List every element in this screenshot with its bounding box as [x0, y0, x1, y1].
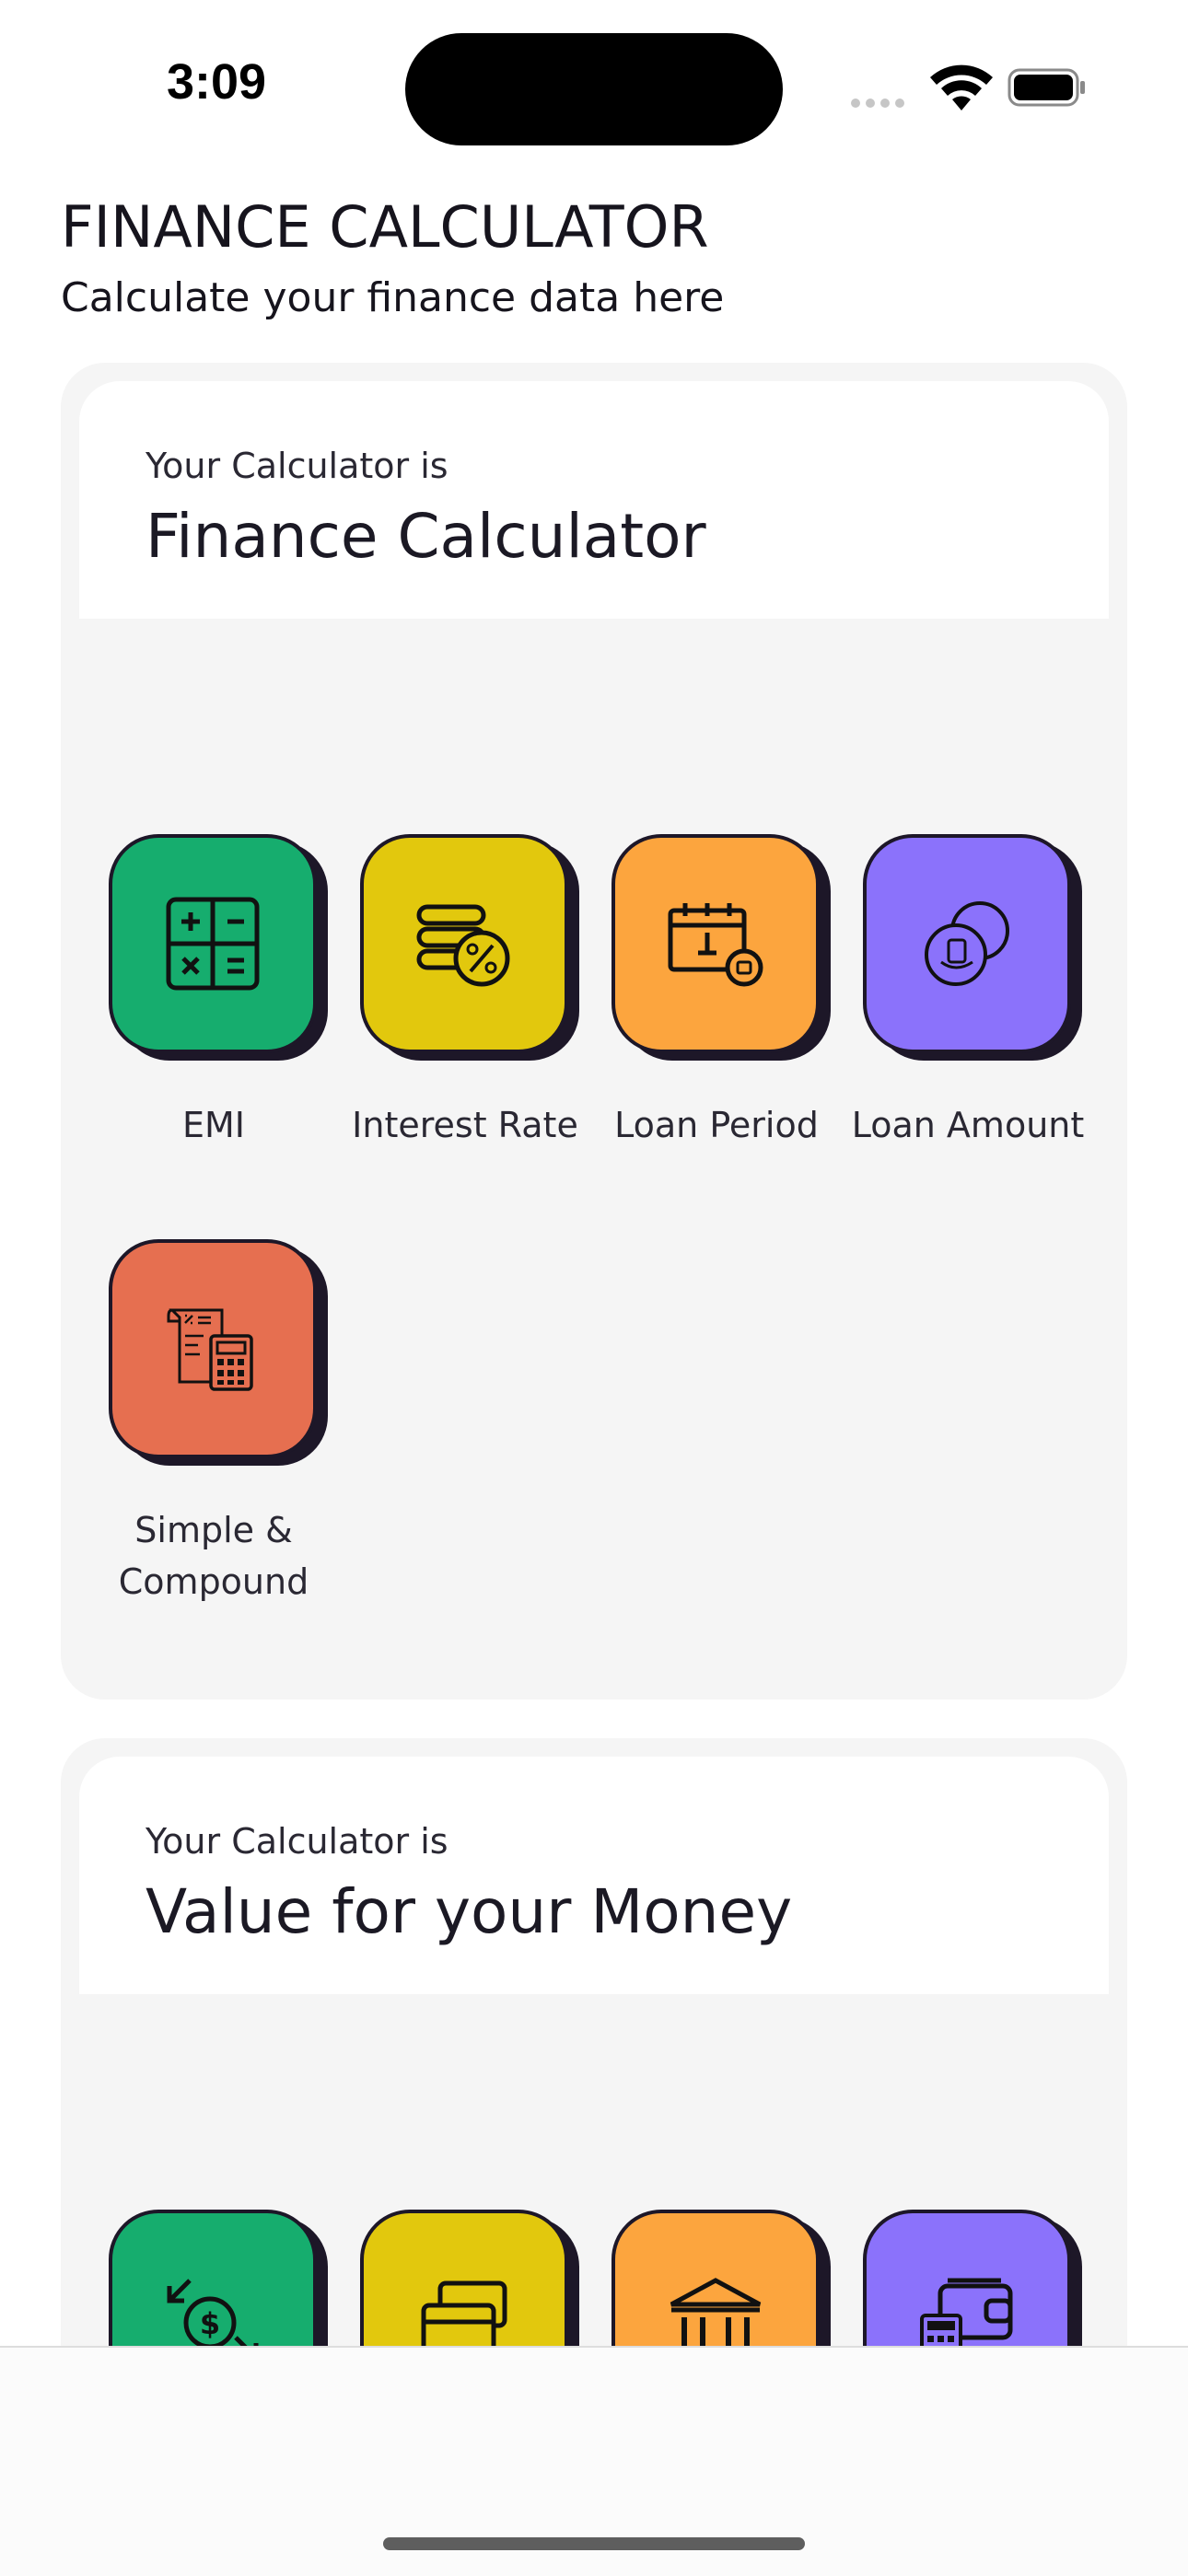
loan-amount-button[interactable] [863, 834, 1071, 1053]
card-kicker: Your Calculator is [146, 1821, 448, 1862]
page-title: FINANCE CALCULATOR [61, 193, 709, 261]
svg-text:$: $ [200, 2306, 220, 2341]
emi-button[interactable] [109, 834, 317, 1053]
interest-rate-button[interactable] [360, 834, 568, 1053]
simple-compound-label: Simple & Compound [118, 1510, 309, 1602]
calendar-icon [668, 903, 763, 987]
receipt-calculator-icon [167, 1308, 253, 1391]
coins-icon [925, 901, 1009, 986]
card-kicker: Your Calculator is [146, 446, 448, 486]
card-header: Your Calculator is Finance Calculator [79, 381, 1109, 619]
status-time: 3:09 [166, 54, 267, 110]
interest-rate-label: Interest Rate [352, 1105, 578, 1145]
loan-period-label: Loan Period [614, 1105, 819, 1145]
simple-compound-button[interactable] [109, 1239, 317, 1458]
card-title: Finance Calculator [146, 501, 706, 572]
card-title: Value for your Money [146, 1876, 793, 1947]
battery-icon [1007, 68, 1085, 107]
wifi-icon [930, 64, 993, 110]
calculator-grid-icon [166, 897, 260, 991]
cellular-signal-icon [851, 94, 910, 111]
loan-period-button[interactable] [611, 834, 820, 1053]
dynamic-island [405, 33, 783, 145]
emi-label: EMI [181, 1105, 245, 1145]
finance-calculator-card: Your Calculator is Finance Calculator EM… [61, 363, 1127, 1700]
card-header: Your Calculator is Value for your Money [79, 1757, 1109, 1994]
loan-amount-label: Loan Amount [851, 1105, 1085, 1145]
home-indicator[interactable] [383, 2537, 805, 2550]
page-subtitle: Calculate your finance data here [61, 274, 725, 321]
coins-percent-icon [416, 904, 510, 987]
